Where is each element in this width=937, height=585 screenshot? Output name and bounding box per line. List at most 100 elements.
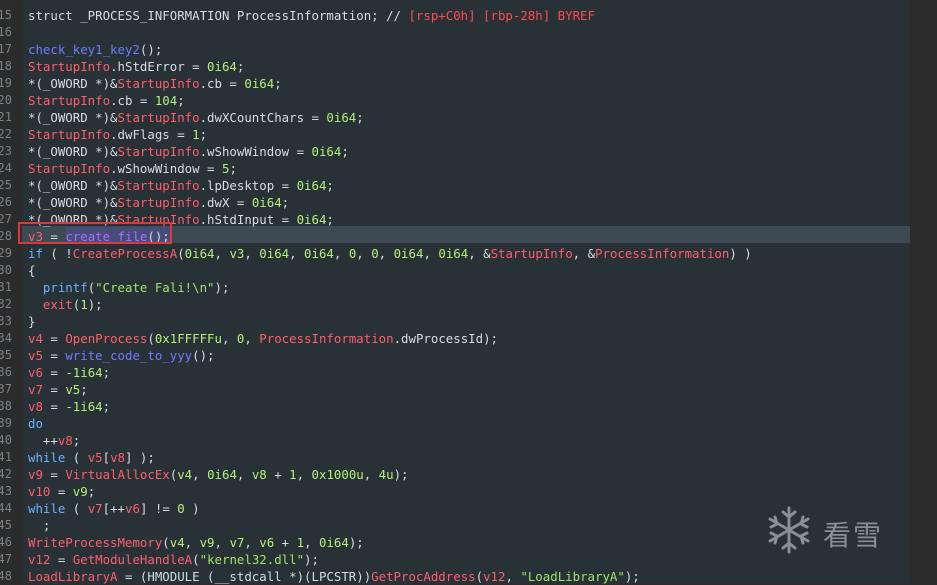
code-line[interactable]: }: [28, 313, 35, 330]
code-token[interactable]: (: [65, 450, 87, 465]
code-token[interactable]: -1i64: [65, 399, 102, 414]
code-token[interactable]: );: [625, 569, 640, 584]
code-token[interactable]: {: [28, 263, 35, 278]
code-token[interactable]: .hStdInput =: [200, 212, 297, 227]
code-token[interactable]: (: [65, 501, 87, 516]
code-token[interactable]: .wShowWindow =: [110, 161, 222, 176]
code-token[interactable]: StartupInfo: [491, 246, 573, 261]
code-token[interactable]: StartupInfo: [28, 59, 110, 74]
code-token[interactable]: 1: [80, 297, 87, 312]
code-token[interactable]: StartupInfo: [28, 127, 110, 142]
code-token[interactable]: ,: [304, 535, 319, 550]
code-token[interactable]: v5: [65, 382, 80, 397]
code-token[interactable]: do: [28, 416, 43, 431]
code-line[interactable]: v8 = -1i64;: [28, 398, 110, 415]
code-token[interactable]: ;: [103, 365, 110, 380]
code-token[interactable]: WriteProcessMemory: [28, 535, 162, 550]
code-line[interactable]: v10 = v9;: [28, 483, 95, 500]
code-token[interactable]: =: [43, 382, 65, 397]
code-token[interactable]: while: [28, 450, 65, 465]
code-token[interactable]: = (HMODULE (__stdcall *)(LPCSTR)): [118, 569, 371, 584]
code-line[interactable]: *(_OWORD *)&StartupInfo.cb = 0i64;: [28, 75, 282, 92]
code-token[interactable]: (: [177, 246, 184, 261]
code-token[interactable]: ();: [140, 42, 162, 57]
code-line[interactable]: struct _PROCESS_INFORMATION ProcessInfor…: [28, 7, 595, 24]
code-line[interactable]: WriteProcessMemory(v4, v9, v7, v6 + 1, 0…: [28, 534, 364, 551]
code-token[interactable]: v7: [28, 382, 43, 397]
code-token[interactable]: ();: [192, 348, 214, 363]
code-token[interactable]: +: [274, 535, 296, 550]
code-token[interactable]: GetProcAddress: [371, 569, 475, 584]
code-token[interactable]: +: [267, 467, 289, 482]
code-token[interactable]: ,: [297, 467, 312, 482]
code-line[interactable]: v9 = VirtualAllocEx(v4, 0i64, v8 + 1, 0x…: [28, 466, 409, 483]
code-token[interactable]: ProcessInformation: [595, 246, 729, 261]
code-token[interactable]: v8: [110, 450, 125, 465]
code-token[interactable]: VirtualAllocEx: [65, 467, 169, 482]
code-token[interactable]: =: [43, 365, 65, 380]
code-token[interactable]: ,: [356, 246, 371, 261]
code-token[interactable]: ,: [289, 246, 304, 261]
code-token[interactable]: [++: [103, 501, 125, 516]
code-line[interactable]: v12 = GetModuleHandleA("kernel32.dll");: [28, 551, 319, 568]
code-token[interactable]: ( !: [43, 246, 72, 261]
code-token[interactable]: ,: [379, 246, 394, 261]
code-token[interactable]: ,: [334, 246, 349, 261]
code-token[interactable]: ,: [185, 535, 200, 550]
code-token[interactable]: 0i64: [244, 76, 274, 91]
code-token[interactable]: [rsp+C0h] [rbp-28h] BYREF: [408, 8, 595, 23]
code-token[interactable]: v5: [88, 450, 103, 465]
code-token[interactable]: ++: [28, 433, 58, 448]
code-token[interactable]: v7: [229, 535, 244, 550]
code-token[interactable]: , &: [468, 246, 490, 261]
code-token[interactable]: .lpDesktop =: [200, 178, 297, 193]
code-token[interactable]: ProcessInformation: [259, 331, 393, 346]
code-token[interactable]: *(_OWORD *)&: [28, 178, 118, 193]
code-token[interactable]: ): [185, 501, 199, 516]
code-token[interactable]: .dwXCountChars =: [200, 110, 327, 125]
code-token[interactable]: ;: [177, 93, 184, 108]
code-token[interactable]: ] );: [125, 450, 155, 465]
code-token[interactable]: (: [162, 535, 169, 550]
code-token[interactable]: *(_OWORD *)&: [28, 110, 118, 125]
code-token[interactable]: =: [50, 484, 72, 499]
code-token[interactable]: 1: [289, 467, 296, 482]
code-line[interactable]: v6 = -1i64;: [28, 364, 110, 381]
code-line[interactable]: ;: [28, 517, 50, 534]
code-token[interactable]: CreateProcessA: [73, 246, 177, 261]
code-token[interactable]: ;: [73, 433, 80, 448]
code-line[interactable]: *(_OWORD *)&StartupInfo.dwX = 0i64;: [28, 194, 289, 211]
code-token[interactable]: (: [147, 331, 154, 346]
code-line[interactable]: StartupInfo.wShowWindow = 5;: [28, 160, 237, 177]
code-token[interactable]: write_code_to_yyy: [65, 348, 192, 363]
code-token[interactable]: .dwProcessId);: [394, 331, 498, 346]
code-token[interactable]: );: [349, 535, 364, 550]
code-token[interactable]: ] !=: [140, 501, 177, 516]
code-token[interactable]: -1i64: [65, 365, 102, 380]
code-token[interactable]: [28, 297, 43, 312]
code-token[interactable]: (: [476, 569, 483, 584]
code-token[interactable]: v9: [200, 535, 215, 550]
code-token[interactable]: 0: [177, 501, 184, 516]
code-token[interactable]: [28, 280, 43, 295]
code-token[interactable]: ,: [192, 467, 207, 482]
code-token[interactable]: printf: [43, 280, 88, 295]
code-token[interactable]: 4u: [379, 467, 394, 482]
code-token[interactable]: "kernel32.dll": [200, 552, 304, 567]
code-token[interactable]: =: [43, 348, 65, 363]
code-line[interactable]: exit(1);: [28, 296, 103, 313]
code-token[interactable]: v6: [259, 535, 274, 550]
code-line[interactable]: LoadLibraryA = (HMODULE (__stdcall *)(LP…: [28, 568, 640, 585]
code-token[interactable]: (: [192, 552, 199, 567]
code-token[interactable]: v10: [28, 484, 50, 499]
code-token[interactable]: OpenProcess: [65, 331, 147, 346]
code-token[interactable]: 0: [371, 246, 378, 261]
code-token[interactable]: StartupInfo: [118, 178, 200, 193]
code-token[interactable]: 0x1FFFFFu: [155, 331, 222, 346]
code-token[interactable]: "LoadLibraryA": [520, 569, 624, 584]
code-token[interactable]: 0i64: [319, 535, 349, 550]
code-token[interactable]: ;: [200, 127, 207, 142]
code-token[interactable]: ;: [341, 144, 348, 159]
code-token[interactable]: .hStdError =: [110, 59, 207, 74]
code-token[interactable]: [: [103, 450, 110, 465]
